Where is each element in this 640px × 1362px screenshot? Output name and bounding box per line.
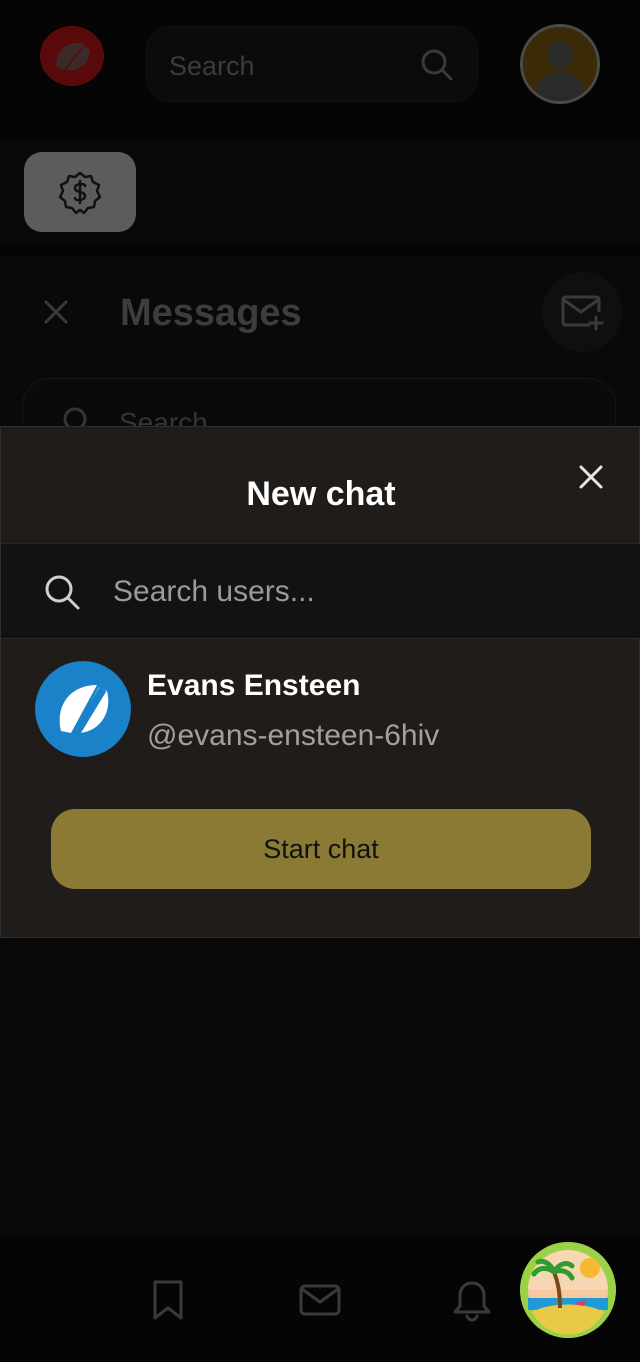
new-chat-modal: New chat Evans Ensteen @evans-ensteen-6h… — [0, 426, 640, 938]
new-message-icon — [561, 295, 604, 331]
profile-avatar[interactable] — [520, 24, 600, 104]
bell-icon[interactable] — [450, 1278, 494, 1322]
user-search-bar — [1, 543, 640, 639]
new-message-button[interactable] — [542, 272, 622, 352]
close-icon[interactable] — [577, 463, 605, 491]
user-result-row[interactable]: Evans Ensteen @evans-ensteen-6hiv — [1, 647, 640, 757]
modal-title: New chat — [246, 475, 396, 513]
messages-title: Messages — [120, 292, 302, 334]
search-icon — [45, 575, 80, 610]
avatar — [35, 661, 131, 757]
logo-icon — [35, 661, 131, 757]
user-search-input[interactable] — [113, 564, 603, 620]
dollar-filter-button[interactable] — [24, 152, 136, 232]
user-handle: @evans-ensteen-6hiv — [147, 719, 440, 752]
beach-island-icon — [520, 1242, 616, 1338]
mail-icon[interactable] — [298, 1278, 342, 1322]
dollar-badge-icon — [58, 171, 102, 214]
top-bar: Search — [0, 0, 640, 130]
top-search-placeholder: Search — [169, 51, 255, 81]
user-avatar-icon — [523, 27, 597, 101]
search-icon — [421, 49, 453, 81]
top-search-input[interactable]: Search — [146, 26, 478, 102]
filter-strip — [0, 142, 640, 242]
bookmark-icon[interactable] — [146, 1278, 190, 1322]
beach-avatar-button[interactable] — [520, 1242, 616, 1338]
bottom-nav — [0, 1236, 640, 1362]
user-name: Evans Ensteen — [147, 669, 361, 702]
logo-icon[interactable] — [40, 26, 104, 86]
start-chat-button[interactable]: Start chat — [51, 809, 591, 889]
close-icon[interactable] — [40, 296, 72, 328]
